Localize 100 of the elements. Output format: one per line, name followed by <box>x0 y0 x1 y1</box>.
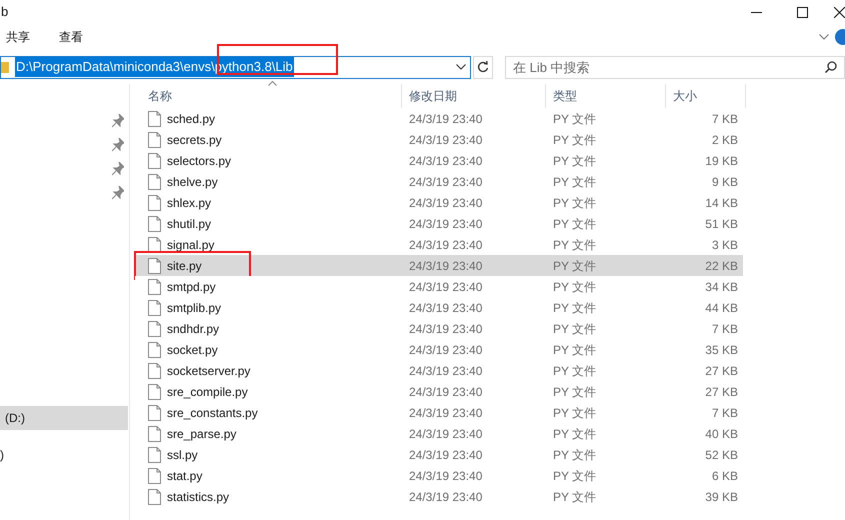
file-type: PY 文件 <box>553 468 596 482</box>
file-size: 27 KB <box>705 384 738 398</box>
modified-date: 24/3/19 23:40 <box>409 384 482 398</box>
modified-date: 24/3/19 23:40 <box>409 342 482 356</box>
modified-date: 24/3/19 23:40 <box>409 174 482 188</box>
file-icon <box>148 404 161 420</box>
file-icon <box>148 342 161 358</box>
file-size: 14 KB <box>705 196 738 210</box>
file-type: PY 文件 <box>553 448 596 462</box>
modified-date: 24/3/19 23:40 <box>409 132 482 146</box>
sidebar-item[interactable]: (D:) <box>0 406 128 430</box>
file-type: PY 文件 <box>553 300 596 314</box>
file-icon <box>148 384 161 400</box>
file-icon <box>148 426 161 442</box>
file-size: 7 KB <box>712 406 738 420</box>
modified-date: 24/3/19 23:40 <box>409 426 482 440</box>
search-icon[interactable] <box>825 60 837 72</box>
maximize-icon <box>796 6 808 18</box>
chevron-down-icon[interactable] <box>819 34 829 40</box>
help-icon[interactable] <box>835 29 845 45</box>
pin-icon <box>112 138 124 152</box>
file-icon <box>148 110 161 126</box>
refresh-button[interactable] <box>473 56 493 78</box>
file-size: 7 KB <box>712 112 738 126</box>
sidebar-item[interactable]: ) <box>0 443 128 467</box>
file-icon <box>148 174 161 190</box>
file-type: PY 文件 <box>553 258 596 272</box>
dropdown-icon[interactable] <box>456 64 466 70</box>
file-name: shutil.py <box>167 216 212 232</box>
modified-date: 24/3/19 23:40 <box>409 448 482 462</box>
file-type: PY 文件 <box>553 364 596 378</box>
file-type: PY 文件 <box>553 196 596 210</box>
file-name: signal.py <box>167 236 214 254</box>
file-type: PY 文件 <box>553 216 596 230</box>
modified-date: 24/3/19 23:40 <box>409 280 482 294</box>
file-type: PY 文件 <box>553 154 596 168</box>
ribbon-tab[interactable]: 查看 <box>53 24 89 50</box>
file-name: sre_constants.py <box>167 404 258 422</box>
modified-date: 24/3/19 23:40 <box>409 364 482 378</box>
pin-icon <box>112 162 124 176</box>
window-title: b <box>0 3 8 22</box>
file-icon <box>148 488 161 504</box>
file-name: statistics.py <box>167 488 230 506</box>
search-field[interactable]: 在 Lib 中搜索 <box>505 56 845 78</box>
file-type: PY 文件 <box>553 426 596 440</box>
file-size: 44 KB <box>705 300 738 314</box>
file-type: PY 文件 <box>553 490 596 504</box>
file-name: shlex.py <box>167 194 212 212</box>
file-size: 34 KB <box>705 280 738 294</box>
file-name: shelve.py <box>167 174 218 190</box>
file-size: 3 KB <box>712 238 738 252</box>
file-name: site.py <box>167 258 202 274</box>
file-size: 22 KB <box>705 258 738 272</box>
file-icon <box>148 216 161 232</box>
file-icon <box>148 446 161 462</box>
modified-date: 24/3/19 23:40 <box>409 112 482 126</box>
pin-icon <box>112 114 124 128</box>
file-icon <box>148 194 161 210</box>
file-size: 39 KB <box>705 490 738 504</box>
modified-date: 24/3/19 23:40 <box>409 468 482 482</box>
file-type: PY 文件 <box>553 342 596 356</box>
file-type: PY 文件 <box>553 280 596 294</box>
file-row[interactable]: site.py 24/3/19 23:40 PY 文件 22 KB <box>135 255 743 276</box>
file-type: PY 文件 <box>553 132 596 146</box>
file-icon <box>148 320 161 336</box>
close-icon <box>834 6 845 18</box>
file-name: socket.py <box>167 342 218 358</box>
file-name: sre_compile.py <box>167 384 248 400</box>
file-size: 51 KB <box>705 216 738 230</box>
modified-date: 24/3/19 23:40 <box>409 490 482 504</box>
file-type: PY 文件 <box>553 406 596 420</box>
file-size: 7 KB <box>712 322 738 336</box>
file-icon <box>148 300 161 316</box>
file-icon <box>148 362 161 378</box>
modified-date: 24/3/19 23:40 <box>409 154 482 168</box>
file-size: 35 KB <box>705 342 738 356</box>
pin-icon <box>112 186 124 200</box>
file-size: 52 KB <box>705 448 738 462</box>
modified-date: 24/3/19 23:40 <box>409 322 482 336</box>
file-type: PY 文件 <box>553 384 596 398</box>
file-type: PY 文件 <box>553 322 596 336</box>
modified-date: 24/3/19 23:40 <box>409 216 482 230</box>
file-name: secrets.py <box>167 132 222 148</box>
file-icon <box>148 132 161 148</box>
modified-date: 24/3/19 23:40 <box>409 238 482 252</box>
file-icon <box>148 468 161 484</box>
file-name: sre_parse.py <box>167 426 236 442</box>
modified-date: 24/3/19 23:40 <box>409 258 482 272</box>
ribbon-tab[interactable]: 共享 <box>0 24 36 50</box>
file-size: 27 KB <box>705 364 738 378</box>
file-icon <box>148 258 161 274</box>
file-name: sndhdr.py <box>167 320 220 338</box>
file-type: PY 文件 <box>553 238 596 252</box>
refresh-icon <box>477 61 490 73</box>
modified-date: 24/3/19 23:40 <box>409 196 482 210</box>
file-name: selectors.py <box>167 152 232 170</box>
file-size: 9 KB <box>712 174 738 188</box>
file-size: 2 KB <box>712 132 738 146</box>
folder-icon <box>1 60 9 74</box>
file-name: ssl.py <box>167 446 198 464</box>
